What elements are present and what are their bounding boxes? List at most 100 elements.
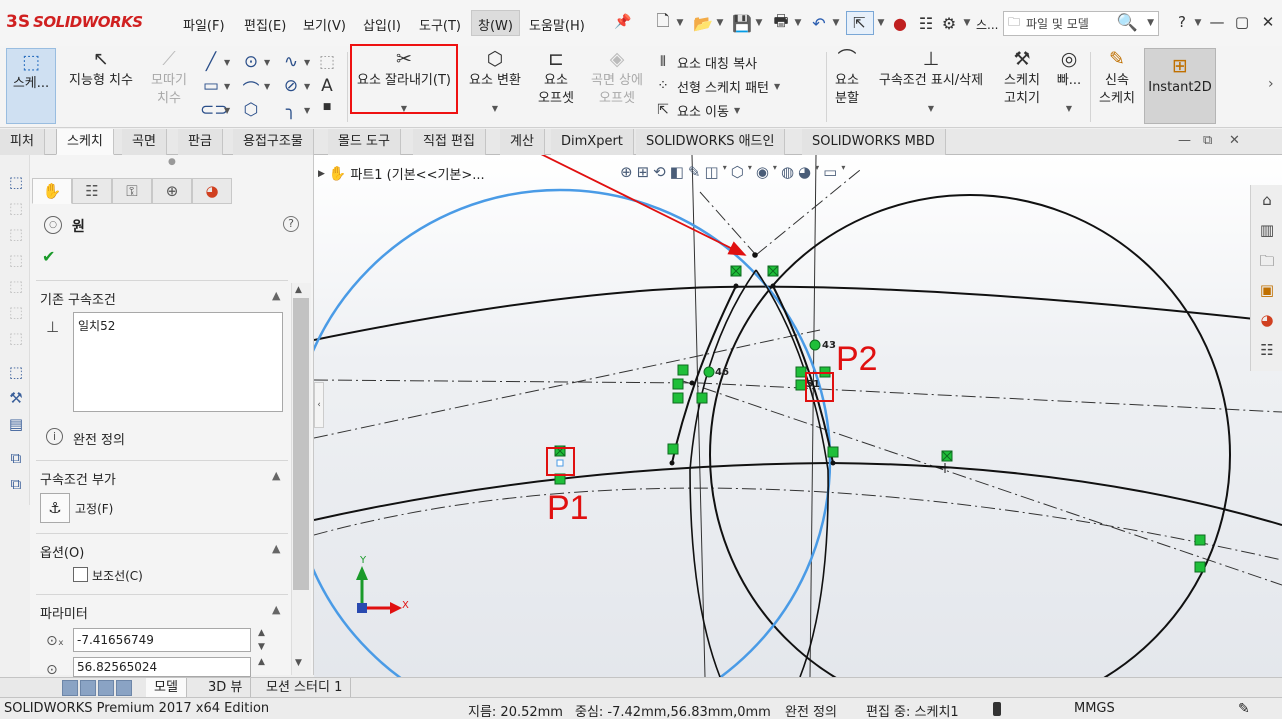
tab-evaluate[interactable]: 계산 — [500, 129, 545, 155]
ok-check-icon[interactable]: ✔ — [42, 247, 55, 266]
solidworks-logo[interactable]: 3S SOLIDWORKS — [6, 10, 143, 34]
file-properties-icon[interactable]: ☷ — [915, 12, 937, 34]
feature-manager-tab-icon[interactable]: ✋ — [32, 178, 72, 204]
chevron-down-icon[interactable]: ▾ — [723, 163, 727, 181]
sketch-tool-icon[interactable]: ⬚ — [6, 363, 26, 383]
display-icon[interactable]: ▤ — [6, 415, 26, 435]
linear-pattern-button[interactable]: ⁘ 선형 스케치 패턴 ▼ — [654, 74, 822, 98]
tab-solidworks-addins[interactable]: SOLIDWORKS 애드인 — [636, 129, 786, 155]
layer-icon[interactable]: ⬚ — [6, 251, 26, 271]
first-tab-icon[interactable] — [62, 680, 78, 696]
panel-grip-icon[interactable]: ● — [168, 157, 176, 167]
section-view-icon[interactable]: ◧ — [670, 163, 684, 181]
tab-mold-tools[interactable]: 몰드 도구 — [328, 129, 401, 155]
rapid-sketch-button[interactable]: ✎ 신속 스케치 — [1094, 46, 1140, 126]
chevron-down-icon[interactable]: ▼ — [928, 100, 934, 118]
sketch-canvas[interactable] — [314, 155, 1282, 677]
select-button[interactable]: ⇱ — [846, 11, 874, 35]
chevron-down-icon[interactable]: ▼ — [224, 58, 230, 67]
tab-features[interactable]: 피처 — [0, 129, 45, 155]
chevron-down-icon[interactable]: ▼ — [675, 12, 685, 34]
arc-icon[interactable]: ⌒ — [240, 76, 262, 101]
menu-window[interactable]: 창(W) — [471, 10, 520, 36]
feature-tree-icon[interactable]: ⬚ — [6, 173, 26, 193]
chevron-down-icon[interactable]: ▼ — [715, 12, 725, 34]
slot-icon[interactable]: ⊂⊃ — [200, 100, 229, 120]
pm-scroll-thumb[interactable] — [293, 298, 309, 590]
collapse-caret-icon[interactable]: ▲ — [272, 469, 280, 482]
layer-icon[interactable]: ⬚ — [6, 225, 26, 245]
chevron-down-icon[interactable]: ▼ — [1066, 100, 1072, 118]
display-relations-button[interactable]: ⊥ 구속조건 표시/삭제 ▼ — [868, 46, 994, 126]
line-icon[interactable]: ╱ — [200, 52, 222, 72]
offset-on-surface-button[interactable]: ◈ 곡면 상에 오프셋 — [584, 46, 650, 126]
relations-list[interactable]: 일치52 — [73, 312, 283, 412]
center-x-input[interactable]: -7.41656749 — [73, 628, 251, 652]
chevron-down-icon[interactable]: ▼ — [264, 58, 270, 67]
plane-icon[interactable]: ⬚ — [316, 52, 338, 72]
pin-icon[interactable]: 📌 — [614, 14, 631, 30]
layer-icon[interactable]: ⬚ — [6, 199, 26, 219]
menu-edit[interactable]: 편집(E) — [244, 15, 286, 34]
smart-dimension-button[interactable]: ↖ 지능형 치수 — [62, 46, 140, 126]
chevron-down-icon[interactable]: ▼ — [774, 82, 780, 91]
search-icon[interactable]: 🔍 — [1117, 13, 1138, 33]
chevron-down-icon[interactable]: ▼ — [264, 82, 270, 91]
chevron-down-icon[interactable]: ▼ — [734, 106, 740, 115]
view-orientation-icon[interactable]: ◫ — [705, 163, 719, 181]
tab-weldments[interactable]: 용접구조물 — [233, 129, 314, 155]
tab-sketch[interactable]: 스케치 — [56, 129, 114, 155]
chevron-down-icon[interactable]: ▼ — [1147, 18, 1154, 28]
chevron-down-icon[interactable]: ▾ — [748, 163, 752, 181]
chevron-down-icon[interactable]: ▼ — [1193, 12, 1203, 34]
display-manager-tab-icon[interactable]: ◕ — [192, 178, 232, 204]
next-tab-icon[interactable] — [98, 680, 114, 696]
feature-tree-flyout[interactable]: ▶ ✋ 파트1 (기본<<기본>... — [318, 164, 485, 184]
spin-up-icon[interactable]: ▲ — [258, 657, 265, 667]
chevron-down-icon[interactable]: ▼ — [962, 12, 972, 34]
layer-icon[interactable]: ⬚ — [6, 329, 26, 349]
layer-icon[interactable]: ⬚ — [6, 303, 26, 323]
last-tab-icon[interactable] — [116, 680, 132, 696]
property-manager-tab-icon[interactable]: ☷ — [72, 178, 112, 204]
doc-restore-icon[interactable]: ⧉ — [1203, 133, 1212, 148]
custom-properties-icon[interactable]: ☷ — [1256, 341, 1278, 363]
chevron-down-icon[interactable]: ▼ — [793, 12, 803, 34]
menu-file[interactable]: 파일(F) — [183, 15, 225, 34]
graphics-area[interactable]: P1 P2 43 46 51 Y X — [314, 155, 1282, 677]
quick-snaps-button[interactable]: ◎ 빠... ▼ — [1052, 46, 1086, 126]
spin-down-icon[interactable]: ▼ — [258, 642, 265, 652]
tab-solidworks-mbd[interactable]: SOLIDWORKS MBD — [802, 129, 946, 155]
new-document-icon[interactable]: 🗋 — [652, 11, 674, 34]
construction-checkbox[interactable] — [73, 567, 88, 582]
sketch-button[interactable]: ⬚ 스케... — [6, 48, 56, 124]
search-box[interactable]: 🗀 파일 및 모델 🔍 ▼ — [1003, 11, 1159, 36]
dynamic-annotation-icon[interactable]: ✎ — [688, 163, 701, 181]
convert-entities-button[interactable]: ⬡ 요소 변환 ▼ — [462, 46, 528, 126]
maximize-icon[interactable]: ▢ — [1232, 12, 1252, 32]
help-icon[interactable]: ? — [283, 216, 299, 232]
apply-scene-icon[interactable]: ◕ — [798, 163, 811, 181]
menu-help[interactable]: 도움말(H) — [529, 15, 585, 34]
chevron-down-icon[interactable]: ▼ — [304, 106, 310, 115]
edit-appearance-icon[interactable]: ◍ — [781, 163, 794, 181]
spin-up-icon[interactable]: ▲ — [258, 628, 265, 638]
zoom-to-fit-icon[interactable]: ⊕ — [620, 163, 633, 181]
doc-minimize-icon[interactable]: — — [1178, 133, 1191, 148]
repair-icon[interactable]: ⚒ — [6, 389, 26, 409]
chevron-down-icon[interactable]: ▼ — [754, 12, 764, 34]
circle-icon[interactable]: ⊙ — [240, 52, 262, 72]
rectangle-icon[interactable]: ▭ — [200, 76, 222, 96]
previous-view-icon[interactable]: ⟲ — [653, 163, 666, 181]
point-icon[interactable]: ■ — [316, 102, 338, 112]
chevron-down-icon[interactable]: ▼ — [876, 12, 886, 34]
tab-sheet-metal[interactable]: 판금 — [178, 129, 223, 155]
chevron-down-icon[interactable]: ▾ — [841, 163, 845, 181]
print-icon[interactable]: 🖶 — [770, 11, 792, 34]
save-icon[interactable]: 💾 — [731, 12, 753, 34]
menu-tools[interactable]: 도구(T) — [419, 15, 461, 34]
home-icon[interactable]: ⌂ — [1256, 191, 1278, 213]
more-options[interactable]: 스... — [976, 16, 998, 33]
fillet-icon[interactable]: ╮ — [280, 100, 302, 120]
tab-dimxpert[interactable]: DimXpert — [551, 129, 634, 155]
